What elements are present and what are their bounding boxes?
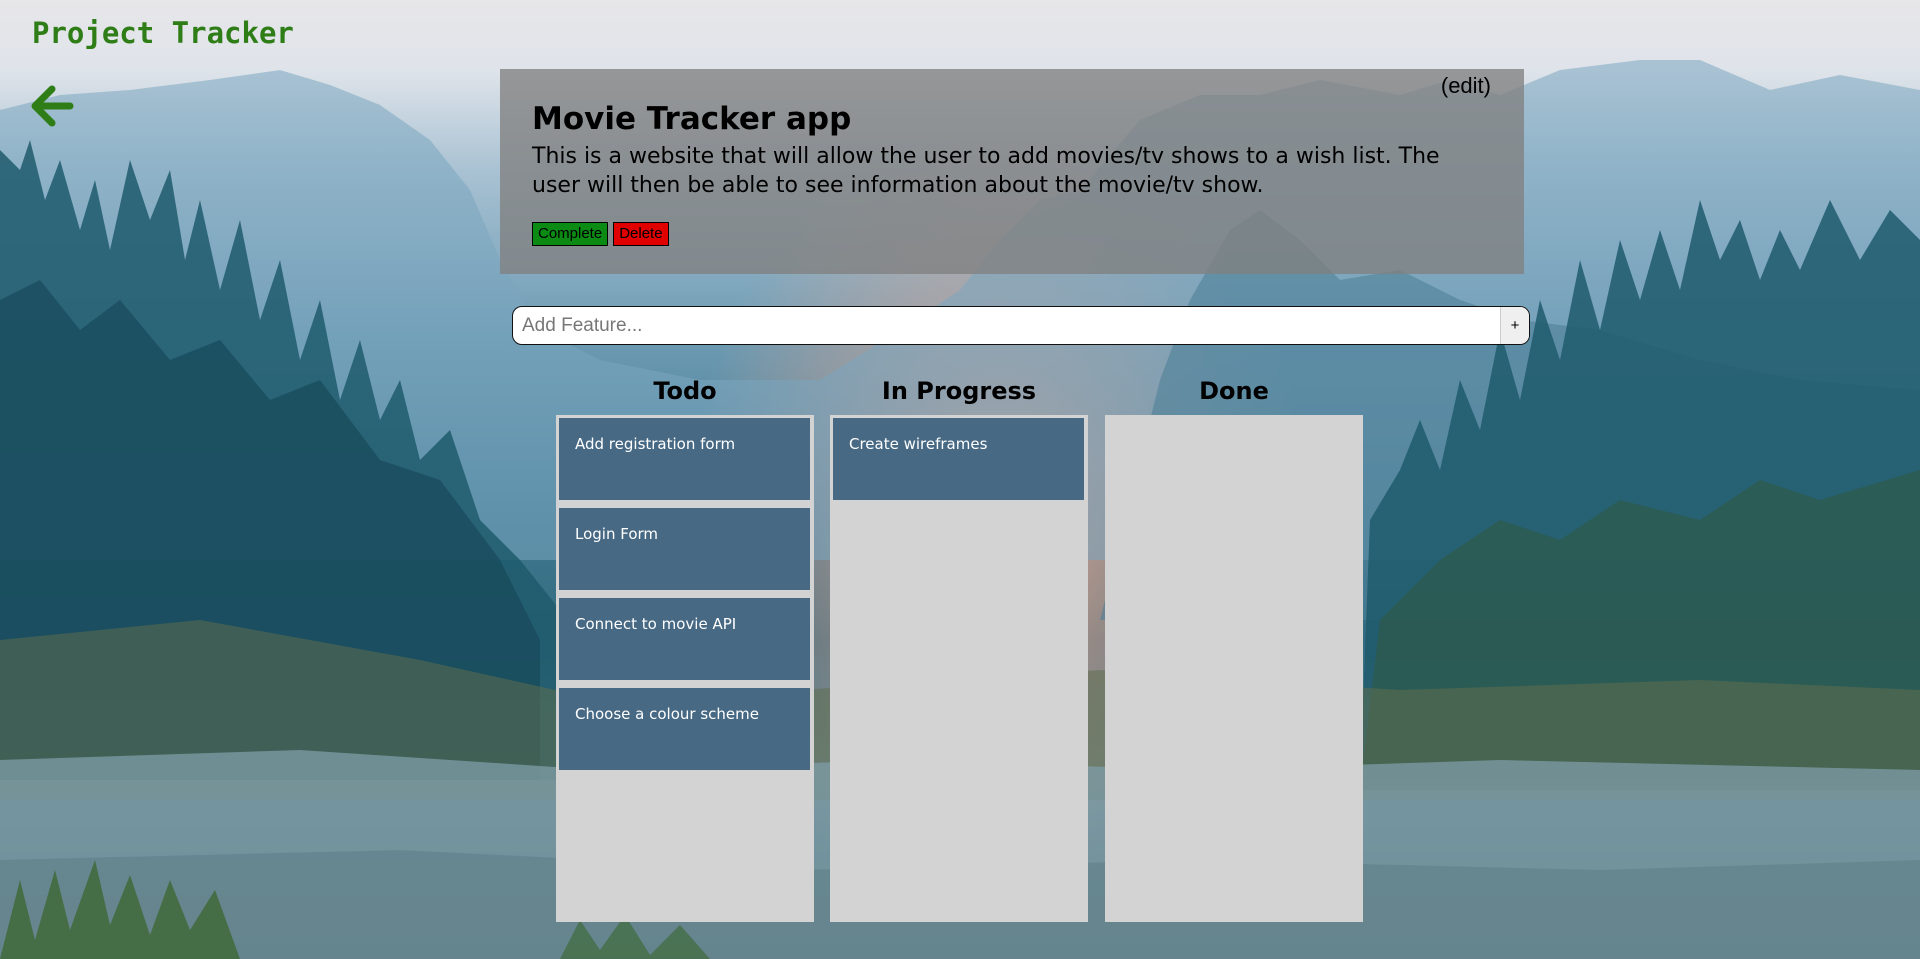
add-feature-input[interactable] [513,307,1500,344]
column-title-in-progress: In Progress [881,377,1037,405]
feature-card[interactable]: Connect to movie API [559,598,810,680]
project-description: This is a website that will allow the us… [532,144,1440,198]
arrow-left-icon [31,85,74,127]
plus-icon: + [1510,317,1520,334]
project-title: Movie Tracker app [532,101,852,137]
feature-card[interactable]: Create wireframes [833,418,1084,500]
column-title-done: Done [1199,377,1269,405]
feature-card[interactable]: Choose a colour scheme [559,688,810,770]
complete-button[interactable]: Complete [532,222,609,246]
back-button[interactable] [30,84,74,128]
feature-card[interactable]: Login Form [559,508,810,590]
column-todo[interactable]: Add registration form Login Form Connect… [556,415,814,922]
add-feature-button[interactable]: + [1500,307,1529,344]
feature-card[interactable]: Add registration form [559,418,810,500]
column-done[interactable] [1105,415,1363,922]
delete-button[interactable]: Delete [613,222,669,246]
edit-link[interactable]: (edit) [1441,73,1491,99]
app-title: Project Tracker [32,16,294,50]
column-title-todo: Todo [653,377,717,405]
add-feature-form: + [512,306,1530,345]
project-actions: Complete Delete [532,222,1492,246]
column-in-progress[interactable]: Create wireframes [830,415,1088,922]
project-card: (edit) Movie Tracker app This is a websi… [500,69,1524,274]
